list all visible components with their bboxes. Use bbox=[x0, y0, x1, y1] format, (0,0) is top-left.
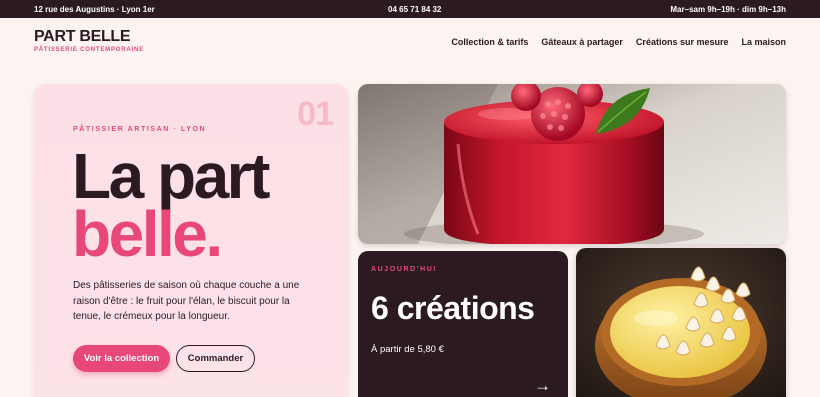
creations-count: 6 créations bbox=[371, 290, 535, 326]
hero-eyebrow: PÂTISSIER ARTISAN · LYON bbox=[73, 126, 207, 133]
arrow-right-icon[interactable]: → bbox=[534, 376, 551, 396]
main-navigation: Collection & tarifs Gâteaux à partager C… bbox=[451, 37, 786, 47]
today-creations-card[interactable]: AUJOURD'HUI 6 créations À partir de 5,80… bbox=[358, 251, 568, 397]
opening-hours-text: Mar–sam 9h–19h · dim 9h–13h bbox=[670, 5, 786, 14]
brand-logo[interactable]: PART BELLE PÂTISSERIE CONTEMPORAINE bbox=[34, 28, 144, 54]
hero-description: Des pâtisseries de saison où chaque couc… bbox=[73, 280, 300, 322]
brand-tagline: PÂTISSERIE CONTEMPORAINE bbox=[34, 47, 144, 53]
nav-link-maison[interactable]: La maison bbox=[741, 37, 786, 47]
order-button[interactable]: Commander bbox=[176, 345, 255, 372]
hero-title: La part belle. bbox=[72, 144, 270, 270]
nav-link-gateaux[interactable]: Gâteaux à partager bbox=[541, 37, 623, 47]
hero-card: 01 PÂTISSIER ARTISAN · LYON La part bell… bbox=[34, 84, 348, 397]
top-info-bar: 12 rue des Augustins · Lyon 1er 04 65 71… bbox=[0, 0, 820, 18]
nav-link-collection[interactable]: Collection & tarifs bbox=[451, 37, 528, 47]
hero-number: 01 bbox=[297, 95, 334, 133]
phone-text[interactable]: 04 65 71 84 32 bbox=[388, 5, 441, 14]
view-collection-button[interactable]: Voir la collection bbox=[73, 345, 170, 372]
lemon-meringue-tart-photo bbox=[576, 248, 786, 397]
nav-link-creations[interactable]: Créations sur mesure bbox=[636, 37, 729, 47]
starting-price: À partir de 5,80 € bbox=[371, 344, 444, 355]
hero-title-line2: belle. bbox=[72, 198, 223, 270]
raspberry-entremet-photo bbox=[358, 84, 786, 244]
address-text: 12 rue des Augustins · Lyon 1er bbox=[34, 5, 155, 14]
brand-name: PART BELLE bbox=[34, 28, 131, 45]
today-eyebrow: AUJOURD'HUI bbox=[371, 266, 437, 273]
